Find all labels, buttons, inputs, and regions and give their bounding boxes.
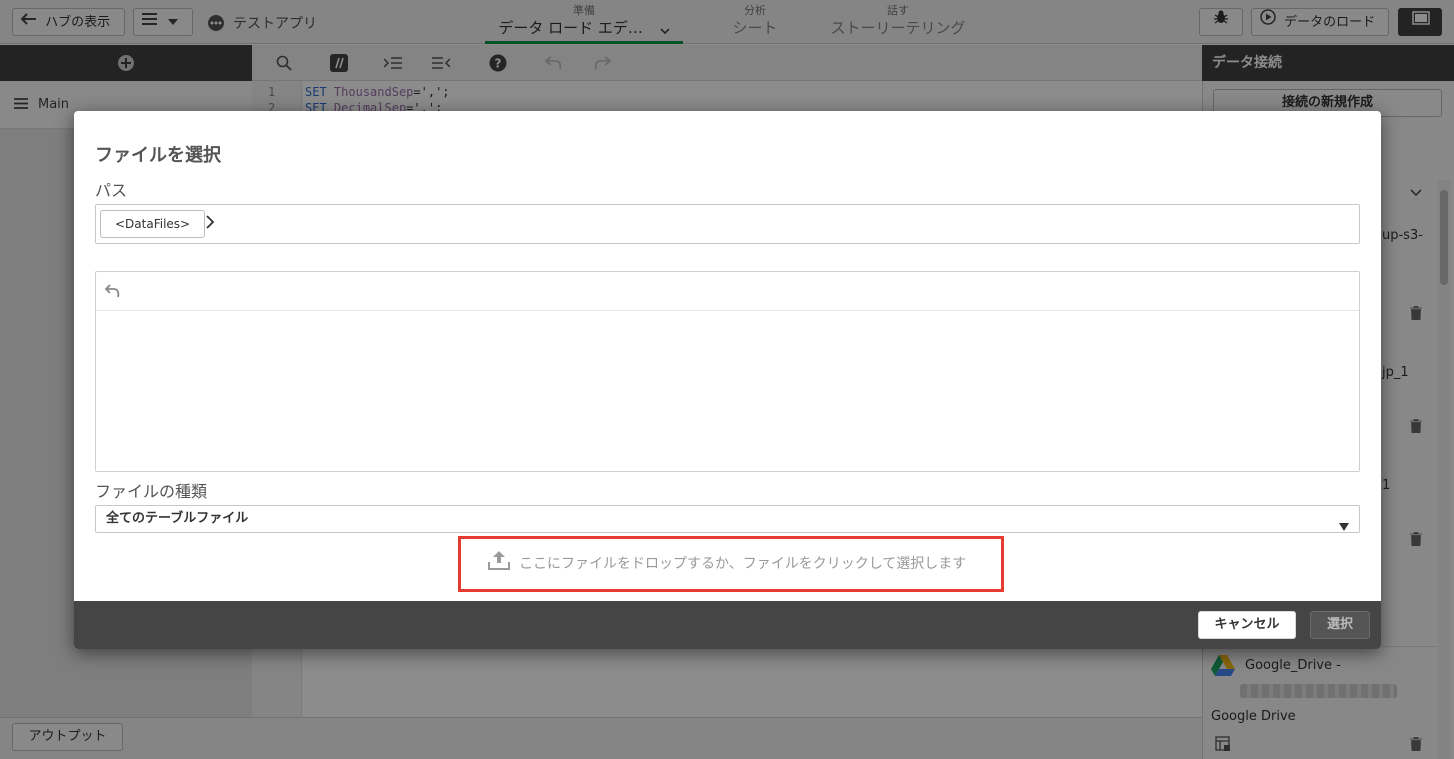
file-browser[interactable] xyxy=(95,271,1360,472)
caret-down-icon xyxy=(1339,515,1349,531)
breadcrumb-datafiles[interactable]: <DataFiles> xyxy=(100,210,206,238)
dialog-footer: キャンセル 選択 xyxy=(74,601,1381,649)
dialog-title: ファイルを選択 xyxy=(95,145,221,166)
select-button[interactable]: 選択 xyxy=(1310,611,1370,639)
path-label: パス xyxy=(95,181,128,200)
file-type-label: ファイルの種類 xyxy=(95,482,208,501)
file-drop-zone[interactable]: ここにファイルをドロップするか、ファイルをクリックして選択します xyxy=(458,536,1004,592)
path-breadcrumb: <DataFiles> xyxy=(95,204,1360,244)
chevron-right-icon xyxy=(205,215,219,233)
cancel-button[interactable]: キャンセル xyxy=(1198,611,1296,639)
drop-zone-text: ここにファイルをドロップするか、ファイルをクリックして選択します xyxy=(519,556,967,572)
file-browser-header xyxy=(96,272,1359,311)
file-type-select[interactable]: 全てのテーブルファイル xyxy=(95,505,1360,533)
select-file-dialog: ファイルを選択 パス <DataFiles> ファイルの種類 全てのテーブルファ… xyxy=(74,111,1381,649)
back-icon[interactable] xyxy=(104,283,122,299)
file-type-value: 全てのテーブルファイル xyxy=(106,511,249,526)
upload-icon xyxy=(488,550,510,570)
